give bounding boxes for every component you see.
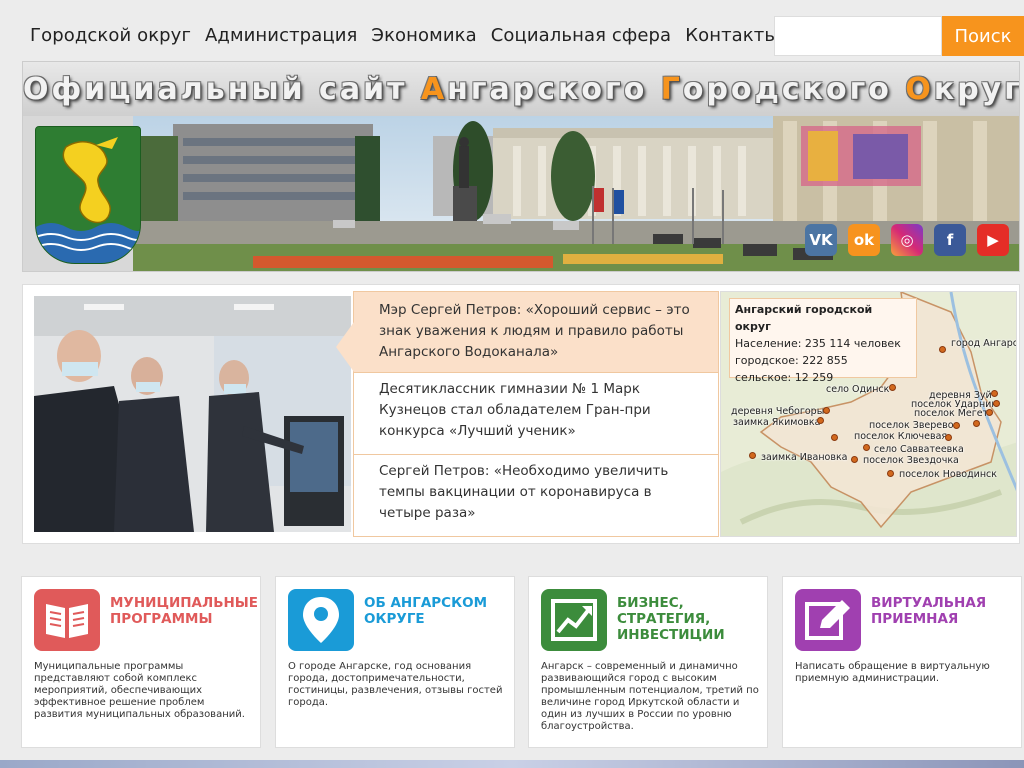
map-label-chebogory[interactable]: деревня Чебогоры	[731, 406, 824, 417]
map-label-klyuchevaya[interactable]: поселок Ключевая	[854, 431, 947, 442]
odnoklassniki-icon[interactable]: ok	[848, 224, 880, 256]
book-icon	[34, 589, 100, 651]
map-marker[interactable]	[851, 456, 858, 463]
news-item-text: Десятиклассник гимназии № 1 Марк Кузнецо…	[379, 381, 651, 439]
search-button[interactable]: Поиск	[942, 16, 1024, 56]
card-description: О городе Ангарске, год основания города,…	[288, 661, 503, 708]
news-item-text: Мэр Сергей Петров: «Хороший сервис – это…	[379, 302, 690, 360]
map-marker[interactable]	[991, 390, 998, 397]
nav-item-administration[interactable]: Администрация	[205, 25, 357, 46]
map-urban-population: городское: 222 855	[735, 354, 848, 367]
map-marker[interactable]	[831, 434, 838, 441]
map-label-zvezdochka[interactable]: поселок Звездочка	[863, 455, 959, 466]
news-list: Мэр Сергей Петров: «Хороший сервис – это…	[336, 291, 719, 537]
card-virtual-reception[interactable]: Виртуальная приемная Написать обращение …	[782, 576, 1022, 748]
map-marker[interactable]	[993, 400, 1000, 407]
card-municipal-programs[interactable]: Муниципальные программы Муниципальные пр…	[21, 576, 261, 748]
news-panel: Мэр Сергей Петров: «Хороший сервис – это…	[22, 284, 1020, 544]
vk-icon[interactable]: VK	[805, 224, 837, 256]
map-label-yakimovka[interactable]: заимка Якимовка	[733, 417, 820, 428]
nav-item-contacts[interactable]: Контакты	[685, 25, 778, 46]
youtube-icon[interactable]: ▶	[977, 224, 1009, 256]
social-links: VK ok ◎ f ▶	[805, 224, 1009, 256]
card-title[interactable]: Виртуальная приемная	[871, 595, 1021, 627]
top-navigation: Городской округ Администрация Экономика …	[0, 0, 1024, 58]
facebook-icon[interactable]: f	[934, 224, 966, 256]
active-news-pointer	[336, 322, 354, 372]
map-label-odinsk[interactable]: село Одинск	[826, 384, 889, 395]
map-pin-icon	[288, 589, 354, 651]
bottom-decorative-strip	[0, 760, 1024, 768]
map-marker[interactable]	[973, 420, 980, 427]
card-title[interactable]: Об Ангарском округе	[364, 595, 514, 627]
card-description: Написать обращение в виртуальную приемну…	[795, 661, 990, 684]
map-marker[interactable]	[749, 452, 756, 459]
search-input[interactable]	[774, 16, 942, 56]
nav-item-economy[interactable]: Экономика	[371, 25, 476, 46]
card-description: Муниципальные программы представляют соб…	[34, 661, 245, 720]
map-marker[interactable]	[863, 444, 870, 451]
map-marker[interactable]	[945, 434, 952, 441]
news-item[interactable]: Сергей Петров: «Необходимо увеличить тем…	[354, 454, 718, 536]
news-item[interactable]: Десятиклассник гимназии № 1 Марк Кузнецо…	[354, 372, 718, 454]
map-label-angarsk[interactable]: город Ангарск	[951, 338, 1016, 349]
nav-item-city-district[interactable]: Городской округ	[30, 25, 191, 46]
map-marker[interactable]	[817, 417, 824, 424]
map-marker[interactable]	[939, 346, 946, 353]
map-label-zverevo[interactable]: поселок Зверево	[869, 420, 954, 431]
news-item-text: Сергей Петров: «Необходимо увеличить тем…	[379, 463, 669, 521]
district-map[interactable]: Ангарский городской округ Население: 235…	[720, 291, 1017, 537]
card-about-district[interactable]: Об Ангарском округе О городе Ангарске, г…	[275, 576, 515, 748]
map-population: Население: 235 114 человек	[735, 337, 901, 350]
news-item[interactable]: Мэр Сергей Петров: «Хороший сервис – это…	[336, 292, 718, 372]
map-marker[interactable]	[953, 422, 960, 429]
map-label-savvateevka[interactable]: село Савватеевка	[874, 444, 964, 455]
chart-growth-icon	[541, 589, 607, 651]
map-label-novoodinsk[interactable]: поселок Новодинск	[899, 469, 997, 480]
map-infobox-title: Ангарский городской округ	[735, 303, 873, 333]
map-infobox: Ангарский городской округ Население: 235…	[729, 298, 917, 384]
coat-of-arms-logo	[35, 126, 141, 264]
card-title[interactable]: Бизнес, стратегия, инвестиции	[617, 595, 767, 643]
map-marker[interactable]	[887, 470, 894, 477]
map-label-ivanovka[interactable]: заимка Ивановка	[761, 452, 848, 463]
map-label-meget[interactable]: поселок Мегет	[914, 408, 988, 419]
map-marker[interactable]	[823, 407, 830, 414]
news-photo[interactable]	[34, 296, 351, 532]
card-description: Ангарск – современный и динамично развив…	[541, 661, 759, 732]
header-banner: Официальный сайт Ангарского Городского О…	[22, 61, 1020, 272]
edit-icon	[795, 589, 861, 651]
site-title: Официальный сайт Ангарского Городского О…	[23, 72, 1019, 107]
map-marker[interactable]	[986, 409, 993, 416]
instagram-icon[interactable]: ◎	[891, 224, 923, 256]
map-marker[interactable]	[889, 384, 896, 391]
nav-item-social[interactable]: Социальная сфера	[491, 25, 671, 46]
card-title[interactable]: Муниципальные программы	[110, 595, 260, 627]
main-menu: Городской округ Администрация Экономика …	[30, 25, 779, 46]
card-business[interactable]: Бизнес, стратегия, инвестиции Ангарск – …	[528, 576, 768, 748]
